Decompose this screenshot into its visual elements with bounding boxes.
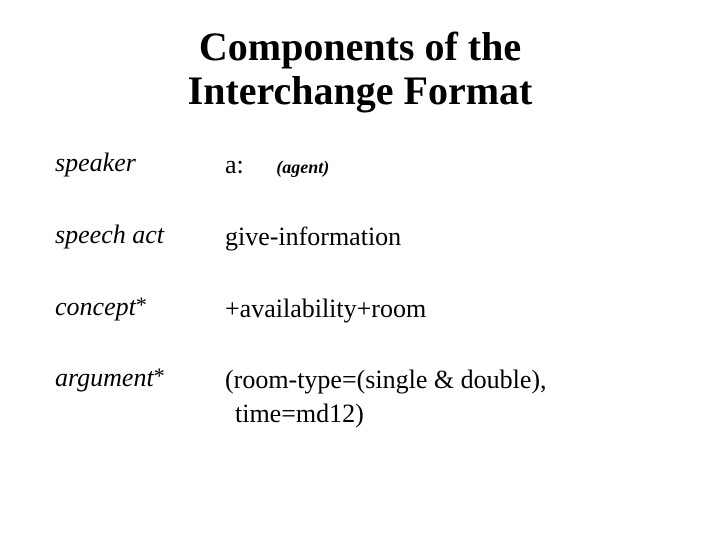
- concept-star: *: [136, 292, 147, 317]
- row-concept: concept* +availability+room: [55, 292, 665, 326]
- label-argument: argument*: [55, 363, 225, 393]
- value-concept: +availability+room: [225, 292, 665, 326]
- label-concept: concept*: [55, 292, 225, 322]
- argument-line-2: time=md12): [235, 399, 364, 428]
- argument-star: *: [154, 363, 165, 388]
- speaker-note: (agent): [276, 157, 329, 177]
- value-speech-act: give-information: [225, 220, 665, 254]
- row-argument: argument* (room-type=(single & double), …: [55, 363, 665, 431]
- label-argument-text: argument: [55, 363, 154, 392]
- value-speaker: a: (agent): [225, 148, 665, 182]
- row-speaker: speaker a: (agent): [55, 148, 665, 182]
- row-speech-act: speech act give-information: [55, 220, 665, 254]
- argument-line-1: (room-type=(single & double),: [225, 365, 547, 394]
- label-concept-text: concept: [55, 292, 136, 321]
- value-argument: (room-type=(single & double), time=md12): [225, 363, 665, 431]
- title-line-2: Interchange Format: [188, 68, 533, 113]
- label-speech-act: speech act: [55, 220, 225, 250]
- title-line-1: Components of the: [199, 24, 521, 69]
- speaker-value-text: a:: [225, 150, 244, 179]
- label-speaker: speaker: [55, 148, 225, 178]
- slide-title: Components of the Interchange Format: [55, 25, 665, 113]
